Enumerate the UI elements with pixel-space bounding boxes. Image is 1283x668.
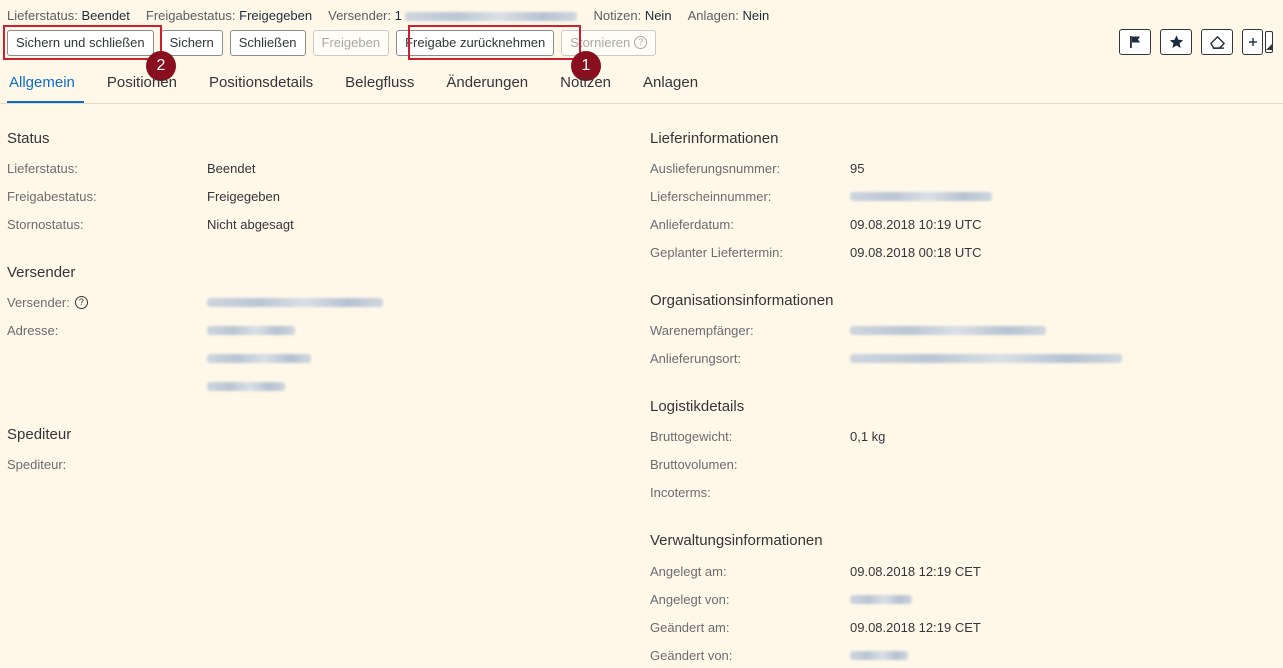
flag-icon [1130, 36, 1140, 48]
field-value-auslieferungsnummer: 95 [850, 161, 865, 176]
save-button[interactable]: Sichern [160, 29, 223, 56]
field-label-incoterms: Incoterms: [650, 485, 711, 500]
add-icon [1248, 38, 1257, 46]
close-button[interactable]: Schließen [229, 29, 306, 56]
header-icon-tools [1110, 29, 1273, 55]
header-status-bar: Lieferstatus: Beendet Freigabestatus: Fr… [7, 7, 785, 23]
field-label-adresse: Adresse: [7, 323, 59, 338]
field-value-freigabestatus: Freigegeben [207, 189, 280, 204]
field-label-warenempfaenger: Warenempfänger: [650, 323, 754, 338]
field-label-geplanter-liefertermin: Geplanter Liefertermin: [650, 245, 783, 260]
field-value-stornostatus: Nicht abgesagt [207, 217, 294, 232]
action-toolbar: Sichern und schließen Sichern Schließen … [7, 29, 663, 56]
release-button[interactable]: Freigeben [312, 29, 390, 56]
tab-belegfluss[interactable]: Belegfluss [329, 64, 430, 102]
field-label-bruttogewicht: Bruttogewicht: [650, 429, 733, 444]
field-label-versender: Versender: ? [7, 295, 88, 310]
tab-aenderungen[interactable]: Änderungen [430, 64, 544, 102]
help-icon: ? [634, 36, 648, 49]
status-release: Freigabestatus: Freigegeben [146, 8, 312, 23]
status-notes: Notizen: Nein [593, 8, 671, 23]
redacted-warenempfaenger [850, 326, 1046, 335]
redacted-sender [405, 11, 578, 21]
field-label-lieferstatus: Lieferstatus: [7, 161, 78, 176]
redacted-angelegt-von [850, 595, 912, 604]
status-attachments: Anlagen: Nein [688, 8, 770, 23]
redacted-sender-name [207, 298, 383, 307]
field-value-geaendert-am: 09.08.2018 12:19 CET [850, 620, 981, 635]
resize-handle[interactable] [1265, 31, 1273, 53]
status-attachments-key: Anlagen: [687, 7, 739, 23]
field-label-versender-text: Versender: [7, 295, 70, 310]
field-label-freigabestatus: Freigabestatus: [7, 189, 97, 204]
field-label-geaendert-am: Geändert am: [650, 620, 730, 635]
field-label-anlieferdatum: Anlieferdatum: [650, 217, 734, 232]
status-delivery: Lieferstatus: Beendet [7, 8, 130, 23]
revoke-release-button[interactable]: Freigabe zurücknehmen [396, 29, 555, 56]
favorite-button[interactable] [1160, 29, 1192, 55]
section-status-title: Status [7, 130, 50, 147]
field-label-auslieferungsnummer: Auslieferungsnummer: [650, 161, 781, 176]
field-label-lieferscheinnummer: Lieferscheinnummer: [650, 189, 772, 204]
field-label-geaendert-von: Geändert von: [650, 648, 733, 663]
status-delivery-value: Beendet [81, 7, 130, 23]
cancel-button-label: Stornieren [570, 35, 631, 50]
status-release-value: Freigegeben [239, 7, 313, 23]
cancel-button[interactable]: Stornieren ? [561, 29, 657, 56]
field-value-anlieferdatum: 09.08.2018 10:19 UTC [850, 217, 982, 232]
status-notes-value: Nein [644, 7, 672, 23]
star-icon [1169, 35, 1183, 48]
section-sender-title: Versender [7, 264, 76, 281]
tab-anlagen[interactable]: Anlagen [627, 64, 714, 102]
redacted-address-line-1 [207, 326, 295, 335]
save-and-close-button[interactable]: Sichern und schließen [7, 29, 154, 56]
eraser-icon [1209, 35, 1225, 49]
status-attachments-value: Nein [742, 7, 770, 23]
flag-button[interactable] [1119, 29, 1151, 55]
tab-positionsdetails[interactable]: Positionsdetails [193, 64, 329, 102]
clear-button[interactable] [1201, 29, 1233, 55]
field-label-angelegt-von: Angelegt von: [650, 592, 730, 607]
field-label-anlieferungsort: Anlieferungsort: [650, 351, 742, 366]
status-sender: Versender: 1 [328, 7, 578, 23]
field-value-lieferstatus: Beendet [207, 161, 256, 176]
redacted-geaendert-von [850, 651, 908, 660]
redacted-anlieferungsort [850, 354, 1122, 363]
tab-allgemein[interactable]: Allgemein [0, 64, 91, 104]
add-button[interactable] [1242, 29, 1263, 55]
status-sender-key: Versender: [328, 7, 391, 23]
field-label-bruttovolumen: Bruttovolumen: [650, 457, 738, 472]
field-value-angelegt-am: 09.08.2018 12:19 CET [850, 564, 981, 579]
field-value-bruttogewicht: 0,1 kg [850, 429, 886, 444]
field-label-spediteur: Spediteur: [7, 457, 67, 472]
redacted-address-line-3 [207, 382, 285, 391]
tab-divider [0, 103, 1283, 104]
section-logistics-title: Logistikdetails [650, 398, 745, 415]
status-release-key: Freigabestatus: [145, 7, 236, 23]
field-label-angelegt-am: Angelegt am: [650, 564, 727, 579]
status-delivery-key: Lieferstatus: [7, 7, 78, 23]
resize-corner-icon [1266, 44, 1272, 50]
tab-positionen[interactable]: Positionen [91, 64, 193, 102]
field-value-geplanter-liefertermin: 09.08.2018 00:18 UTC [850, 245, 982, 260]
redacted-lieferscheinnummer [850, 192, 992, 201]
field-label-stornostatus: Stornostatus: [7, 217, 84, 232]
status-sender-value: 1 [394, 7, 402, 23]
tab-bar: Allgemein Positionen Positionsdetails Be… [0, 64, 1283, 104]
status-notes-key: Notizen: [593, 7, 642, 23]
section-carrier-title: Spediteur [7, 426, 72, 443]
section-organization-title: Organisationsinformationen [650, 292, 834, 309]
section-delivery-title: Lieferinformationen [650, 130, 779, 147]
redacted-address-line-2 [207, 354, 311, 363]
help-icon[interactable]: ? [74, 296, 88, 309]
tab-notizen[interactable]: Notizen [544, 64, 627, 102]
section-admin-title: Verwaltungsinformationen [650, 532, 823, 549]
